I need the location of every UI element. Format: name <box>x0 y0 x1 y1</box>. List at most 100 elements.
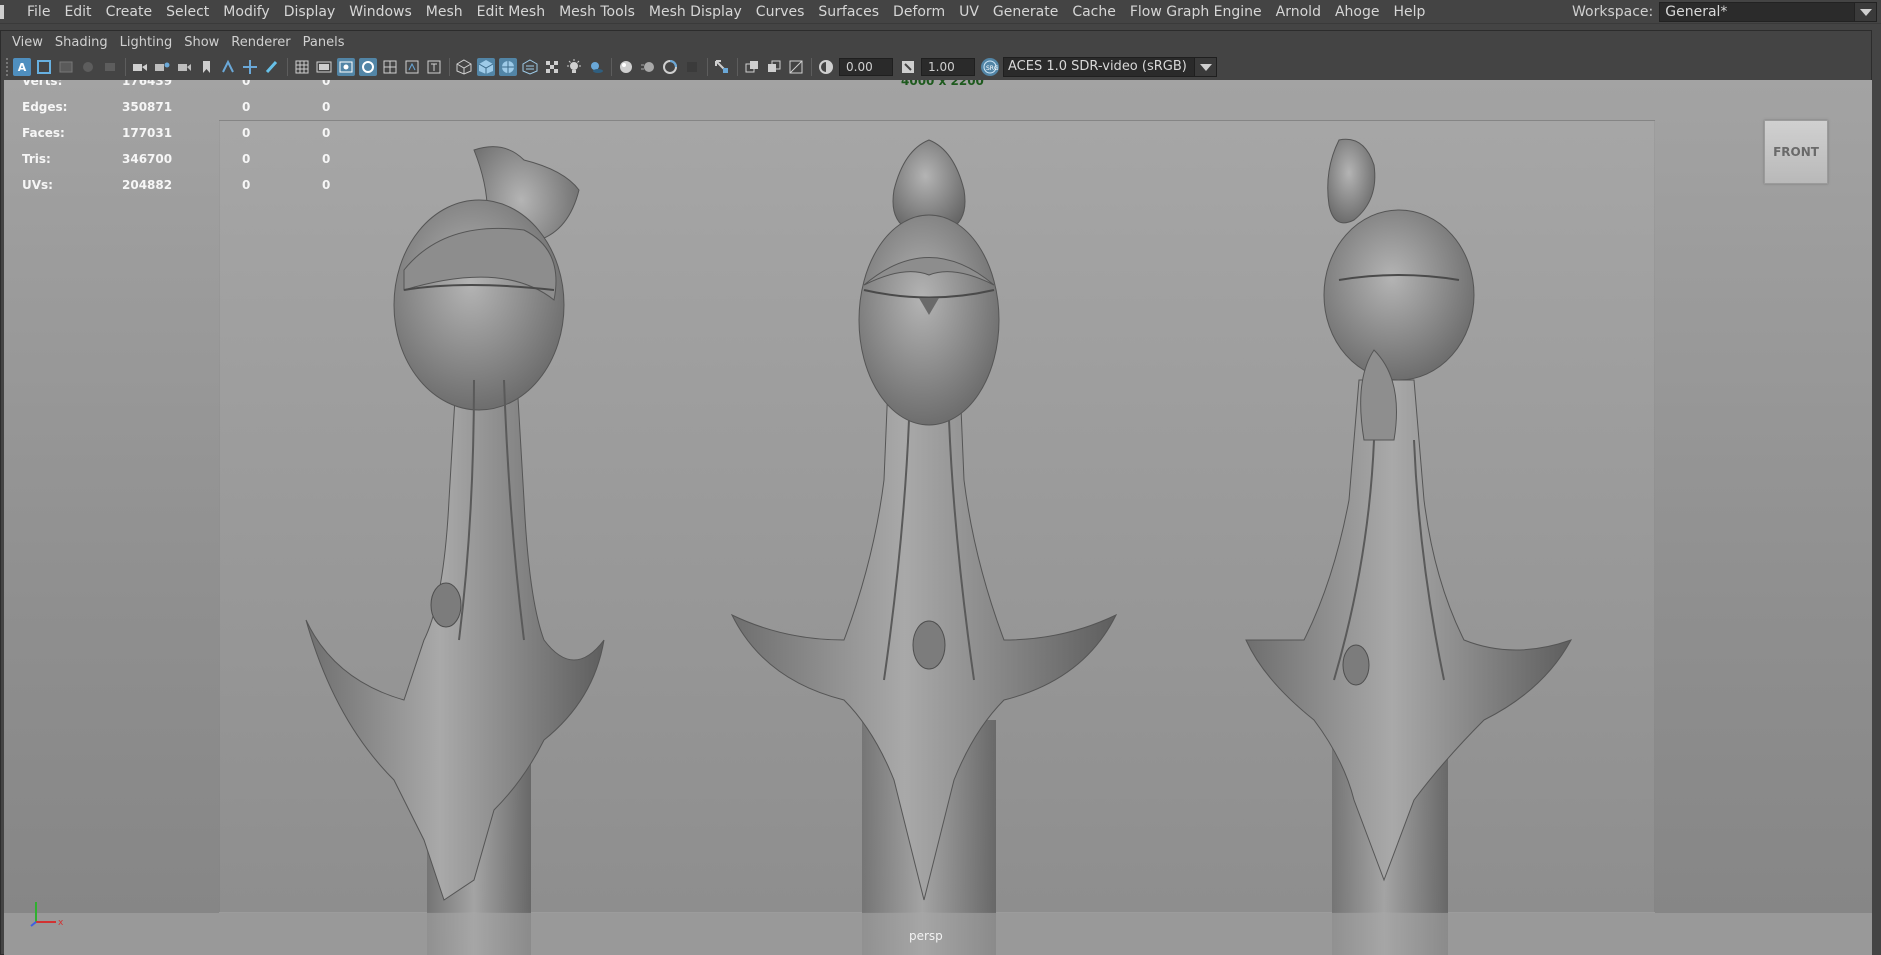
snap-icon[interactable] <box>219 58 237 76</box>
menu-ahoge[interactable]: Ahoge <box>1328 0 1387 24</box>
field-chart-icon[interactable] <box>381 58 399 76</box>
hud-label: Tris: <box>22 152 51 166</box>
menu-curves[interactable]: Curves <box>749 0 812 24</box>
hud-label: Faces: <box>22 126 65 140</box>
panel-menu-shading[interactable]: Shading <box>49 34 114 52</box>
bookmark-flag-icon[interactable] <box>197 58 215 76</box>
menu-mesh-display[interactable]: Mesh Display <box>642 0 749 24</box>
camera-icon[interactable] <box>131 58 149 76</box>
menu-help[interactable]: Help <box>1386 0 1432 24</box>
gate-mask-icon[interactable] <box>359 58 377 76</box>
hud-value: 177031 <box>122 126 173 140</box>
hud-value: 0 <box>322 80 331 88</box>
chevron-down-icon[interactable] <box>1194 58 1216 76</box>
hud-value: 350871 <box>122 100 173 114</box>
panel-toolbar: A 0.00 1.00 SRG ACES 1.0 SDR-video (sRGB… <box>4 55 1872 79</box>
main-menu: File Edit Create Select Modify Display W… <box>0 0 1432 23</box>
xray-joints-icon[interactable] <box>765 58 783 76</box>
resolution-label: 4000 x 2200 <box>901 80 984 88</box>
hud-value: 0 <box>242 100 251 114</box>
menu-windows[interactable]: Windows <box>342 0 419 24</box>
axis-gizmo-icon: x <box>30 902 64 928</box>
menu-select[interactable]: Select <box>159 0 216 24</box>
select-mode-icon[interactable]: A <box>13 58 31 76</box>
hud-value: 0 <box>322 178 331 192</box>
viewcube[interactable]: FRONT <box>1764 120 1828 184</box>
menu-flow-graph-engine[interactable]: Flow Graph Engine <box>1123 0 1269 24</box>
color-space-dropdown[interactable]: ACES 1.0 SDR-video (sRGB) <box>1003 57 1217 77</box>
wireframe-icon[interactable] <box>455 58 473 76</box>
view-transform-icon[interactable]: SRG <box>981 58 999 76</box>
grid-icon[interactable] <box>293 58 311 76</box>
menu-modify[interactable]: Modify <box>216 0 276 24</box>
film-gate-icon[interactable] <box>315 58 333 76</box>
shadows-icon[interactable] <box>587 58 605 76</box>
workspace-label: Workspace: <box>1572 4 1654 20</box>
menu-uv[interactable]: UV <box>952 0 986 24</box>
depth-of-field-icon[interactable] <box>683 58 701 76</box>
camera-label: persp <box>909 929 943 943</box>
gamma-field[interactable]: 1.00 <box>921 58 975 76</box>
poly-count-hud: Verts: 176439 0 0 Edges: 350871 0 0 Face… <box>22 80 382 198</box>
camera-tumble-icon[interactable] <box>175 58 193 76</box>
motion-blur-icon[interactable] <box>639 58 657 76</box>
select-camera-icon[interactable] <box>35 58 53 76</box>
hud-value: 0 <box>322 126 331 140</box>
ambient-occlusion-icon[interactable] <box>617 58 635 76</box>
bookmark-icon[interactable] <box>79 58 97 76</box>
isolate-icon[interactable] <box>713 58 731 76</box>
panel-menu-view[interactable]: View <box>6 34 49 52</box>
chevron-down-icon[interactable] <box>1854 3 1877 21</box>
paint-brush-icon[interactable] <box>263 58 281 76</box>
textured-icon[interactable] <box>521 58 539 76</box>
workspace-dropdown[interactable]: General* <box>1659 2 1878 22</box>
menu-cache[interactable]: Cache <box>1065 0 1123 24</box>
image-plane-icon[interactable] <box>101 58 119 76</box>
main-menubar: File Edit Create Select Modify Display W… <box>0 0 1881 24</box>
panel-menu-lighting[interactable]: Lighting <box>114 34 179 52</box>
panel-menubar: View Shading Lighting Show Renderer Pane… <box>6 34 350 52</box>
hud-value: 0 <box>242 178 251 192</box>
hud-value: 0 <box>242 126 251 140</box>
menu-display[interactable]: Display <box>277 0 343 24</box>
move-pivot-icon[interactable] <box>241 58 259 76</box>
camera-attributes-icon[interactable] <box>57 58 75 76</box>
checker-icon[interactable] <box>543 58 561 76</box>
hud-value: 176439 <box>122 80 173 88</box>
hud-value: 0 <box>322 100 331 114</box>
safe-action-icon[interactable] <box>403 58 421 76</box>
3d-viewport[interactable]: 4000 x 2200 persp Verts: 176439 0 0 Edge… <box>4 80 1872 955</box>
panel-marker <box>0 5 4 19</box>
resolution-gate-icon[interactable] <box>337 58 355 76</box>
exposure-icon[interactable] <box>817 58 835 76</box>
exposure-field[interactable]: 0.00 <box>839 58 893 76</box>
menu-deform[interactable]: Deform <box>886 0 952 24</box>
hud-value: 346700 <box>122 152 173 166</box>
gamma-icon[interactable] <box>899 58 917 76</box>
hud-label: Edges: <box>22 100 68 114</box>
anti-aliasing-icon[interactable] <box>661 58 679 76</box>
menu-mesh[interactable]: Mesh <box>419 0 470 24</box>
xray-components-icon[interactable] <box>787 58 805 76</box>
menu-mesh-tools[interactable]: Mesh Tools <box>552 0 642 24</box>
menu-edit-mesh[interactable]: Edit Mesh <box>470 0 552 24</box>
lights-icon[interactable] <box>565 58 583 76</box>
wireframe-on-shaded-icon[interactable] <box>499 58 517 76</box>
hud-value: 0 <box>242 80 251 88</box>
safe-title-icon[interactable] <box>425 58 443 76</box>
panel-menu-renderer[interactable]: Renderer <box>225 34 296 52</box>
sword-models <box>305 138 1573 955</box>
menu-create[interactable]: Create <box>99 0 160 24</box>
menu-arnold[interactable]: Arnold <box>1269 0 1328 24</box>
menu-generate[interactable]: Generate <box>986 0 1065 24</box>
camera-lock-icon[interactable] <box>153 58 171 76</box>
smooth-shade-icon[interactable] <box>477 58 495 76</box>
workspace-value: General* <box>1665 4 1728 20</box>
menu-surfaces[interactable]: Surfaces <box>811 0 886 24</box>
xray-icon[interactable] <box>743 58 761 76</box>
panel-menu-panels[interactable]: Panels <box>297 34 351 52</box>
hud-row-faces: Faces: 177031 0 0 <box>22 120 382 146</box>
menu-edit[interactable]: Edit <box>57 0 98 24</box>
menu-file[interactable]: File <box>20 0 57 24</box>
panel-menu-show[interactable]: Show <box>178 34 225 52</box>
